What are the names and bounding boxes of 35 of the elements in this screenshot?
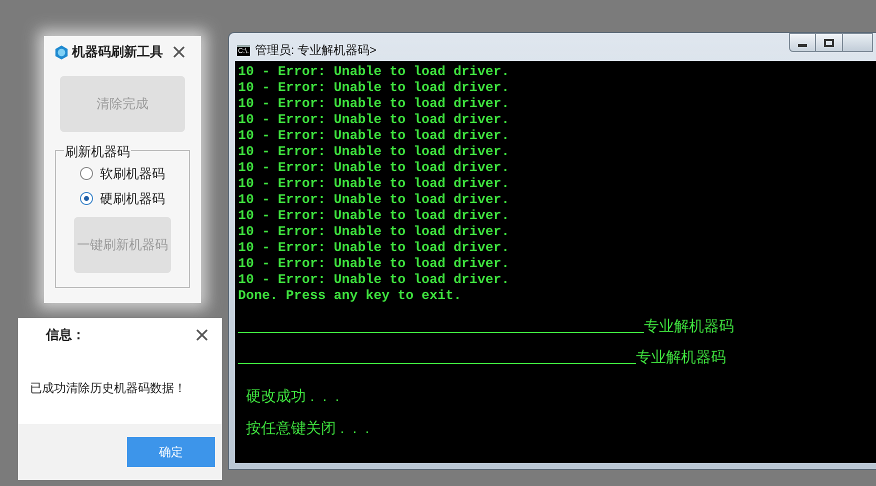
radio-button[interactable] (80, 192, 93, 205)
console-line: 10 - Error: Unable to load driver. (238, 80, 510, 96)
ok-button[interactable]: 确定 (127, 437, 215, 467)
status-message: 硬改成功 . . . (246, 387, 340, 407)
console-line: 10 - Error: Unable to load driver. (238, 256, 510, 272)
radio-button[interactable] (80, 167, 93, 180)
radio-label: 硬刷机器码 (100, 190, 165, 208)
status-message: 按任意键关闭 . . . (246, 419, 370, 439)
banner-text: 专业解机器码 (636, 349, 726, 367)
dialog-message: 已成功清除历史机器码数据！ (30, 380, 186, 397)
console-line: 10 - Error: Unable to load driver. (238, 224, 510, 240)
dialog-title: 信息： (46, 326, 85, 344)
clear-button[interactable]: 清除完成 (60, 76, 185, 132)
minimize-button[interactable] (789, 33, 816, 52)
console-line: 10 - Error: Unable to load driver. (238, 64, 510, 80)
console-line: 10 - Error: Unable to load driver. (238, 96, 510, 112)
close-icon[interactable] (196, 329, 208, 341)
close-icon[interactable] (173, 46, 185, 58)
console-line: Done. Press any key to exit. (238, 288, 462, 304)
radio-label: 软刷机器码 (100, 164, 165, 183)
console-line: 10 - Error: Unable to load driver. (238, 128, 510, 144)
console-line: 10 - Error: Unable to load driver. (238, 160, 510, 176)
console-line: 10 - Error: Unable to load driver. (238, 240, 510, 256)
console-line: 10 - Error: Unable to load driver. (238, 192, 510, 208)
window-title: 机器码刷新工具 (72, 43, 163, 62)
banner-text: 专业解机器码 (644, 318, 734, 336)
maximize-button[interactable] (816, 33, 843, 52)
console-line: 10 - Error: Unable to load driver. (238, 208, 510, 224)
console-line: 10 - Error: Unable to load driver. (238, 112, 510, 128)
app-logo-icon (54, 44, 69, 60)
window-title: 管理员: 专业解机器码> (254, 42, 377, 59)
console-line: 10 - Error: Unable to load driver. (238, 144, 510, 160)
console-line: 10 - Error: Unable to load driver. (238, 272, 510, 288)
refresh-button[interactable]: 一键刷新机器码 (74, 217, 171, 273)
console-line: 10 - Error: Unable to load driver. (238, 176, 510, 192)
